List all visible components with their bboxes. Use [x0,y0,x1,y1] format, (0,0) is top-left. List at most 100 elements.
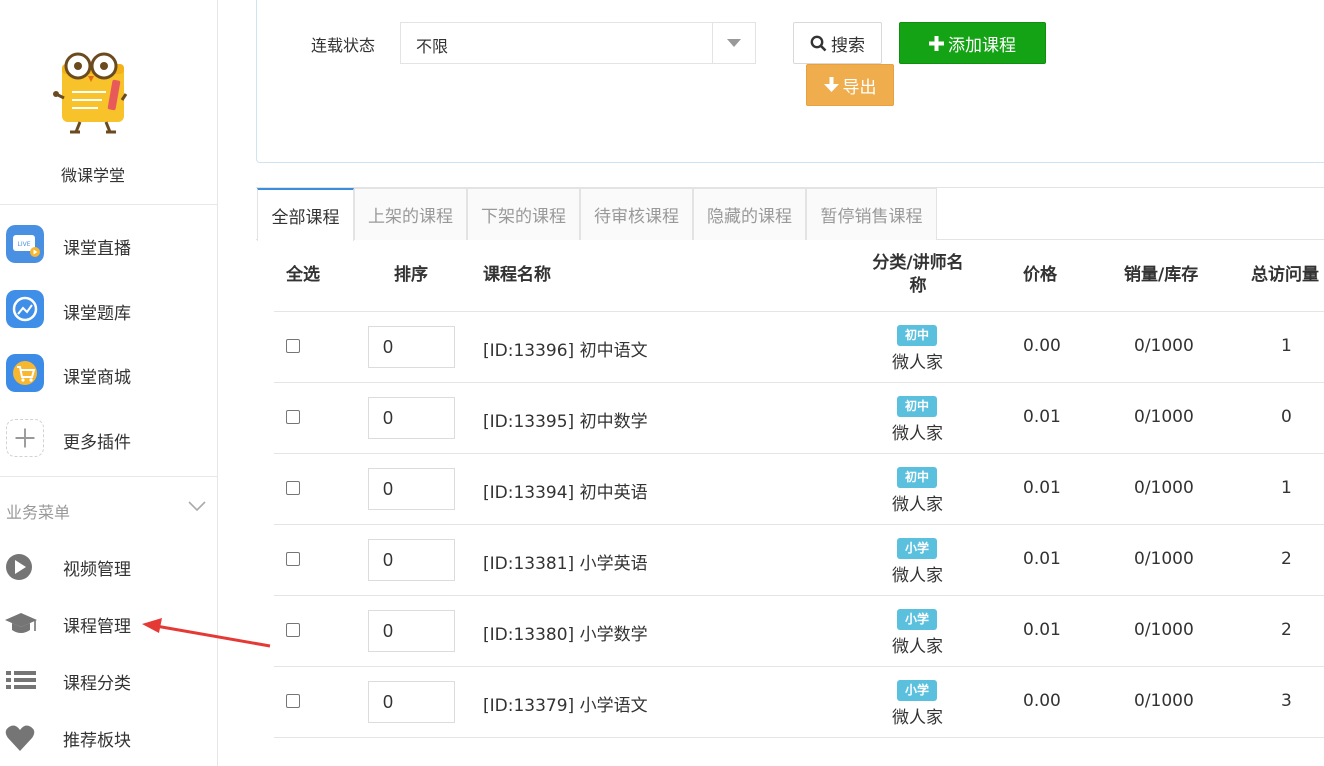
course-price: 0.01 [1023,549,1061,569]
course-price: 0.01 [1023,478,1061,498]
teacher-name: 微人家 [892,566,943,586]
course-name[interactable]: [ID:13380] 小学数学 [483,620,648,645]
header-select-all[interactable]: 全选 [286,264,320,287]
course-visits: 1 [1281,478,1292,498]
course-name[interactable]: [ID:13381] 小学英语 [483,549,648,574]
row-divider [274,737,1324,738]
category-badge: 小学 [897,680,938,701]
tab-pending-courses[interactable]: 待审核课程 [580,188,693,240]
course-visits: 3 [1281,691,1292,711]
row-checkbox[interactable] [286,410,300,424]
course-name[interactable]: [ID:13394] 初中英语 [483,478,648,503]
row-divider [274,382,1324,383]
course-visits: 2 [1281,620,1292,640]
teacher-name: 微人家 [892,353,943,373]
live-tv-icon: LIVE [6,225,44,263]
category-badge: 初中 [897,396,938,417]
plus-icon [929,35,944,51]
sidebar-item-label: 推荐板块 [63,731,131,751]
play-icon [6,554,32,580]
sidebar-item-recommend[interactable]: 推荐板块 [0,709,217,765]
teacher-name: 微人家 [892,424,943,444]
course-name[interactable]: [ID:13395] 初中数学 [483,407,648,432]
row-checkbox[interactable] [286,552,300,566]
sort-order-input[interactable]: 0 [368,326,455,368]
caret-down-icon [727,39,741,47]
tab-paused-courses[interactable]: 暂停销售课程 [806,188,937,240]
list-icon [6,671,36,689]
row-divider [274,666,1324,667]
category-badge: 小学 [897,538,938,559]
tab-listed-courses[interactable]: 上架的课程 [354,188,467,240]
row-checkbox[interactable] [286,339,300,353]
sidebar-item-label: 课堂商城 [63,368,131,388]
category-badge: 初中 [897,325,938,346]
sort-order-input[interactable]: 0 [368,539,455,581]
add-course-label: 添加课程 [948,35,1016,56]
brand-block: 微课学堂 [0,0,217,205]
sidebar-item-label: 课程分类 [63,674,131,694]
category-badge: 小学 [897,609,938,630]
row-divider [274,453,1324,454]
course-visits: 2 [1281,549,1292,569]
course-name[interactable]: [ID:13379] 小学语文 [483,691,648,716]
course-price: 0.00 [1023,691,1061,711]
tab-unlisted-courses[interactable]: 下架的课程 [467,188,580,240]
plus-icon [6,419,44,457]
sidebar-item-video-management[interactable]: 视频管理 [0,538,217,594]
serial-status-label: 连载状态 [311,36,376,55]
course-name[interactable]: [ID:13396] 初中语文 [483,336,648,361]
sort-order-input[interactable]: 0 [368,610,455,652]
owl-mascot-logo-icon [53,52,128,134]
app-root: 微课学堂 LIVE 课堂直播 课堂题库 课堂商城 更多插件 业务菜单 视频管理 … [0,0,1324,766]
course-visits: 0 [1281,407,1292,427]
teacher-name: 微人家 [892,495,943,515]
export-label: 导出 [842,77,877,98]
header-sales-stock: 销量/库存 [1124,265,1199,285]
add-course-button[interactable]: 添加课程 [899,22,1046,64]
row-checkbox[interactable] [286,623,300,637]
export-button[interactable]: 导出 [806,64,894,106]
svg-text:LIVE: LIVE [17,241,30,248]
row-divider [274,524,1324,525]
sort-order-input[interactable]: 0 [368,397,455,439]
course-price: 0.01 [1023,620,1061,640]
row-checkbox[interactable] [286,694,300,708]
question-bank-icon [6,290,44,328]
course-visits: 1 [1281,336,1292,356]
search-button[interactable]: 搜索 [793,22,882,64]
row-divider [274,595,1324,596]
course-sales-stock: 0/1000 [1134,691,1194,711]
serial-status-select[interactable]: 不限 [400,22,756,64]
arrow-down-icon [823,77,839,92]
sidebar: 微课学堂 LIVE 课堂直播 课堂题库 课堂商城 更多插件 业务菜单 视频管理 … [0,0,218,766]
select-value: 不限 [416,37,449,56]
biz-menu-title: 业务菜单 [6,503,71,522]
sidebar-item-label: 课堂直播 [63,239,131,259]
sidebar-item-course-category[interactable]: 课程分类 [0,652,217,708]
sidebar-item-question-bank[interactable]: 课堂题库 [0,278,217,342]
sidebar-item-label: 视频管理 [63,560,131,580]
sort-order-input[interactable]: 0 [368,681,455,723]
sidebar-item-label: 课堂题库 [63,304,131,324]
biz-menu-header[interactable]: 业务菜单 [0,476,217,538]
course-sales-stock: 0/1000 [1134,407,1194,427]
heart-icon [5,725,35,751]
header-divider [274,311,1324,312]
header-visits: 总访问量 [1251,265,1319,285]
search-icon [810,35,827,51]
row-checkbox[interactable] [286,481,300,495]
teacher-name: 微人家 [892,708,943,728]
search-button-label: 搜索 [831,35,865,56]
sidebar-item-more-plugins[interactable]: 更多插件 [0,407,217,471]
course-sales-stock: 0/1000 [1134,478,1194,498]
tab-all-courses[interactable]: 全部课程 [257,188,354,241]
sidebar-item-live[interactable]: LIVE 课堂直播 [0,213,217,277]
sort-order-input[interactable]: 0 [368,468,455,510]
header-price: 价格 [1023,265,1057,285]
sidebar-item-label: 更多插件 [63,433,131,453]
header-course-name: 课程名称 [483,265,551,285]
sidebar-item-shop[interactable]: 课堂商城 [0,342,217,406]
tab-hidden-courses[interactable]: 隐藏的课程 [693,188,806,240]
course-price: 0.01 [1023,407,1061,427]
